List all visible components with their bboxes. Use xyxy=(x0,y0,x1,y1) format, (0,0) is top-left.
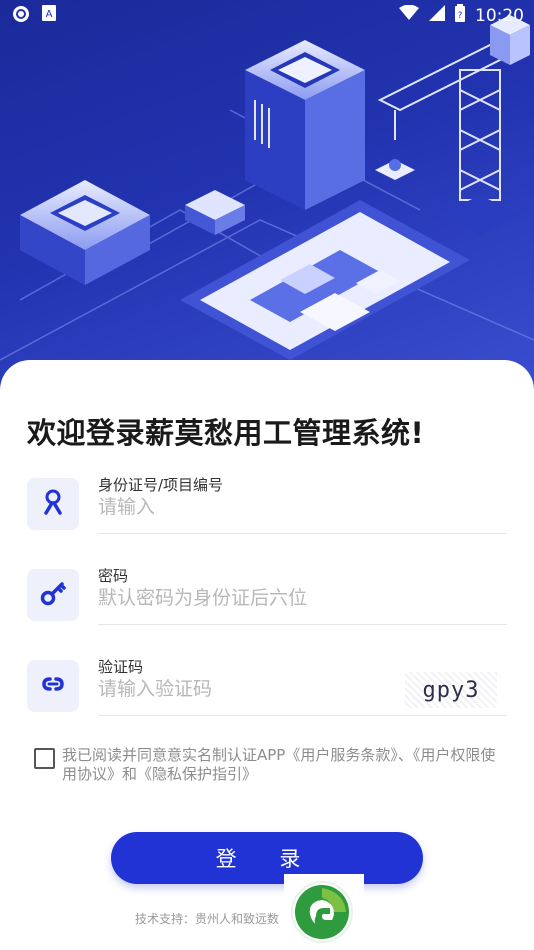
login-button[interactable]: 登 录 xyxy=(111,832,423,884)
wifi-icon xyxy=(399,4,419,26)
id-field-label: 身份证号/项目编号 xyxy=(98,476,224,494)
svg-text:A: A xyxy=(46,9,53,20)
key-icon xyxy=(38,578,68,612)
text-badge-icon: A xyxy=(42,5,56,28)
signal-icon xyxy=(429,5,445,26)
id-field-group: 身份证号/项目编号 xyxy=(27,466,507,536)
agreement-checkbox[interactable] xyxy=(34,748,55,769)
password-field-group: 密码 xyxy=(27,557,507,627)
captcha-field-label: 验证码 xyxy=(98,658,144,676)
person-icon xyxy=(38,487,68,521)
password-field-label: 密码 xyxy=(98,567,129,585)
support-text: 技术支持：贵州人和致远数 xyxy=(135,912,280,926)
captcha-field-group: 验证码 gpy3 xyxy=(27,648,507,718)
floating-logo[interactable] xyxy=(284,874,364,950)
captcha-input[interactable] xyxy=(98,678,338,700)
page-title: 欢迎登录薪莫愁用工管理系统! xyxy=(27,416,425,450)
person-icon-box xyxy=(27,478,79,530)
captcha-image[interactable]: gpy3 xyxy=(405,672,497,708)
id-input[interactable] xyxy=(98,496,438,518)
clock: 10:20 xyxy=(475,5,524,26)
agreement-text[interactable]: 我已阅读并同意意实名制认证APP《用户服务条款》、《用户权限使用协议》和《隐私保… xyxy=(62,746,502,784)
link-icon xyxy=(38,669,68,703)
key-icon-box xyxy=(27,569,79,621)
hero-illustration: A ? 10:20 xyxy=(0,0,534,400)
battery-icon: ? xyxy=(455,4,465,27)
sync-icon xyxy=(12,5,30,28)
status-bar: A ? 10:20 xyxy=(0,0,534,30)
divider xyxy=(98,624,507,625)
password-input[interactable] xyxy=(98,587,438,609)
server-isometric-illustration xyxy=(0,15,534,361)
divider xyxy=(98,533,507,534)
svg-text:?: ? xyxy=(458,11,463,21)
divider xyxy=(98,715,507,716)
link-icon-box xyxy=(27,660,79,712)
leaf-logo-icon xyxy=(284,881,360,950)
